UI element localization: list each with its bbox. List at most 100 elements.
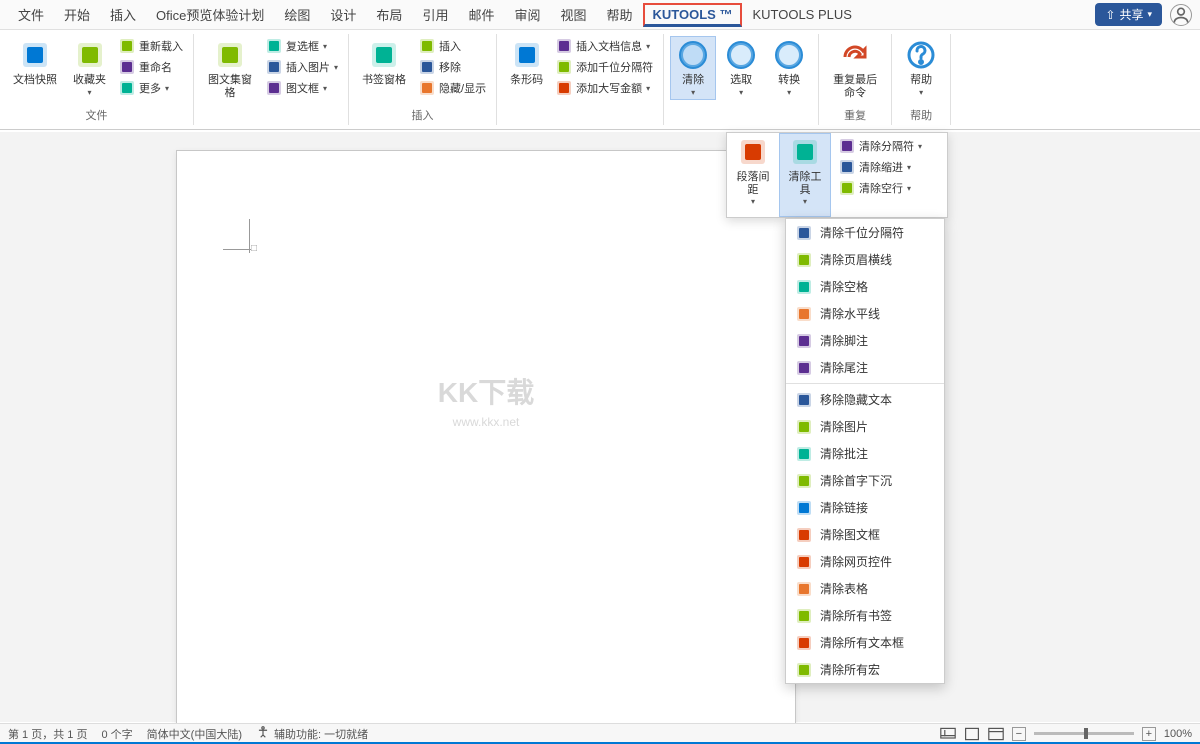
- zoom-out-button[interactable]: −: [1012, 727, 1026, 741]
- status-page[interactable]: 第 1 页，共 1 页: [8, 726, 87, 742]
- menu-tab[interactable]: 布局: [366, 1, 412, 28]
- chevron-down-icon: ▾: [87, 88, 91, 97]
- ribbon-small-label: 重新载入: [139, 38, 183, 54]
- dropdown-item[interactable]: 清除图片: [786, 413, 944, 440]
- menu-tab[interactable]: KUTOOLS ™: [643, 3, 743, 27]
- share-icon: ⇧: [1105, 8, 1115, 22]
- menu-tab[interactable]: 帮助: [597, 1, 643, 28]
- ribbon-small-button[interactable]: 插入图片▾: [262, 57, 342, 77]
- ribbon-small-button[interactable]: 插入文档信息▾: [552, 36, 657, 56]
- dropdown-item[interactable]: 清除尾注: [786, 354, 944, 381]
- ribbon-button[interactable]: 文档快照: [6, 36, 64, 90]
- 选取-icon: [725, 39, 757, 71]
- ribbon-small-button[interactable]: 移除: [415, 57, 490, 77]
- dropdown-item[interactable]: 清除表格: [786, 575, 944, 602]
- menu-tab[interactable]: 审阅: [504, 1, 550, 28]
- menubar-right: ⇧ 共享 ▾: [1095, 3, 1192, 26]
- dropdown-item[interactable]: 清除千位分隔符: [786, 219, 944, 246]
- ribbon-button[interactable]: 图文集窗格: [200, 36, 260, 102]
- status-language[interactable]: 简体中文(中国大陆): [147, 726, 242, 742]
- ribbon-button[interactable]: 重复最后命令: [825, 36, 885, 102]
- ribbon-small-button[interactable]: 更多 ▾: [115, 78, 187, 98]
- ribbon-group: 清除▾选取▾转换▾: [664, 34, 819, 125]
- chevron-down-icon: ▾: [165, 84, 169, 93]
- menu-tab[interactable]: 开始: [54, 1, 100, 28]
- ribbon-button[interactable]: 清除▾: [670, 36, 716, 100]
- ribbon-button[interactable]: 条形码: [503, 36, 550, 90]
- dropdown-item[interactable]: 清除首字下沉: [786, 467, 944, 494]
- menu-tab[interactable]: KUTOOLS PLUS: [742, 3, 861, 26]
- ribbon-small-button[interactable]: 重命名: [115, 57, 187, 77]
- 清除千位分隔符-icon: [796, 225, 812, 241]
- menu-tab[interactable]: 文件: [8, 1, 54, 28]
- dropdown-item[interactable]: 清除所有书签: [786, 602, 944, 629]
- chevron-down-icon: ▾: [691, 88, 695, 97]
- ribbon-button[interactable]: 转换▾: [766, 36, 812, 100]
- chevron-down-icon: ▾: [907, 163, 911, 172]
- dropdown-item-label: 清除所有书签: [820, 607, 892, 624]
- ribbon-button[interactable]: 帮助▾: [898, 36, 944, 100]
- dropdown-item-label: 清除网页控件: [820, 553, 892, 570]
- menu-tab[interactable]: 邮件: [458, 1, 504, 28]
- ribbon-small-button[interactable]: 复选框▾: [262, 36, 342, 56]
- subpopup-small-button[interactable]: 清除分隔符▾: [835, 136, 943, 156]
- 清除表格-icon: [796, 581, 812, 597]
- dropdown-item-label: 清除批注: [820, 445, 868, 462]
- dropdown-item[interactable]: 清除脚注: [786, 327, 944, 354]
- subpopup-small-button[interactable]: 清除缩进▾: [835, 157, 943, 177]
- ribbon-small-button[interactable]: 添加千位分隔符: [552, 57, 657, 77]
- ribbon-small-label: 移除: [439, 59, 461, 75]
- ribbon-button[interactable]: 选取▾: [718, 36, 764, 100]
- ribbon-small-button[interactable]: 添加大写金额▾: [552, 78, 657, 98]
- menu-tab[interactable]: Ofice预览体验计划: [146, 1, 274, 28]
- dropdown-item[interactable]: 清除页眉横线: [786, 246, 944, 273]
- share-label: 共享: [1119, 6, 1143, 23]
- share-button[interactable]: ⇧ 共享 ▾: [1095, 3, 1162, 26]
- ribbon-small-button[interactable]: 插入: [415, 36, 490, 56]
- zoom-level[interactable]: 100%: [1164, 728, 1192, 740]
- dropdown-item[interactable]: 清除批注: [786, 440, 944, 467]
- menu-tab[interactable]: 引用: [412, 1, 458, 28]
- 段落间距-icon: [737, 136, 769, 168]
- ribbon-button[interactable]: 收藏夹▾: [66, 36, 113, 100]
- focus-mode-button[interactable]: [940, 727, 956, 741]
- menu-tab[interactable]: 视图: [550, 1, 596, 28]
- ribbon-button[interactable]: 书签窗格: [355, 36, 413, 90]
- status-wordcount[interactable]: 0 个字: [101, 726, 132, 742]
- dropdown-item[interactable]: 清除所有文本框: [786, 629, 944, 656]
- user-avatar[interactable]: [1170, 4, 1192, 26]
- menu-tab[interactable]: 绘图: [274, 1, 320, 28]
- dropdown-item[interactable]: 清除图文框: [786, 521, 944, 548]
- 清除页眉横线-icon: [796, 252, 812, 268]
- subpopup-big-button[interactable]: 清除工具▾: [779, 133, 831, 217]
- dropdown-item[interactable]: 清除空格: [786, 273, 944, 300]
- status-accessibility[interactable]: 辅助功能: 一切就绪: [256, 725, 368, 742]
- web-layout-button[interactable]: [988, 727, 1004, 741]
- ribbon-small-button[interactable]: 隐藏/显示: [415, 78, 490, 98]
- menu-tab[interactable]: 插入: [100, 1, 146, 28]
- ribbon-small-label: 更多: [139, 80, 161, 96]
- ribbon-small-label: 重命名: [139, 59, 172, 75]
- status-accessibility-label: 辅助功能: 一切就绪: [274, 726, 368, 742]
- ribbon-small-label: 插入: [439, 38, 461, 54]
- zoom-slider[interactable]: [1034, 732, 1134, 735]
- subpopup-big-button[interactable]: 段落间距▾: [727, 133, 779, 217]
- ribbon-small-label: 添加大写金额: [576, 80, 642, 96]
- menu-tab[interactable]: 设计: [320, 1, 366, 28]
- dropdown-item[interactable]: 清除链接: [786, 494, 944, 521]
- print-layout-button[interactable]: [964, 727, 980, 741]
- status-right: − + 100%: [940, 727, 1192, 741]
- dropdown-item[interactable]: 清除网页控件: [786, 548, 944, 575]
- zoom-in-button[interactable]: +: [1142, 727, 1156, 741]
- ribbon-button-label: 选取: [730, 74, 752, 87]
- document-page[interactable]: □ KK下载 www.kkx.net: [176, 150, 796, 730]
- dropdown-item[interactable]: 清除所有宏: [786, 656, 944, 683]
- subpopup-small-button[interactable]: 清除空行▾: [835, 178, 943, 198]
- dropdown-item[interactable]: 清除水平线: [786, 300, 944, 327]
- dropdown-item[interactable]: 移除隐藏文本: [786, 386, 944, 413]
- ribbon-small-button[interactable]: 重新载入: [115, 36, 187, 56]
- chevron-down-icon: ▾: [323, 42, 327, 51]
- ribbon-group: 条形码插入文档信息▾添加千位分隔符添加大写金额▾: [497, 34, 664, 125]
- 重复最后命令-icon: [839, 39, 871, 71]
- ribbon-small-button[interactable]: 图文框▾: [262, 78, 342, 98]
